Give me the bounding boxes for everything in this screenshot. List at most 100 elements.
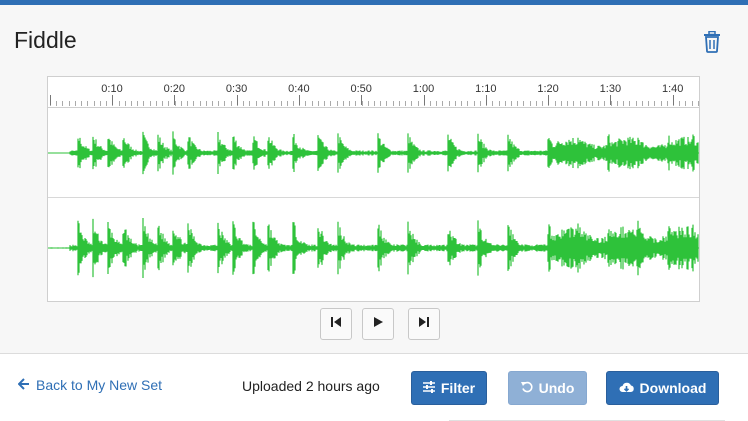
minor-tick — [697, 101, 699, 106]
minor-tick — [554, 101, 556, 106]
minor-tick — [442, 101, 444, 106]
minor-tick — [349, 101, 351, 106]
minor-tick — [311, 101, 313, 106]
minor-tick — [330, 101, 332, 106]
minor-tick — [286, 101, 288, 106]
major-tick — [610, 95, 612, 105]
minor-tick — [573, 101, 575, 106]
minor-tick — [529, 101, 531, 106]
minor-tick — [162, 101, 164, 106]
minor-tick — [430, 101, 432, 106]
minor-tick — [461, 101, 463, 106]
skip-back-button[interactable] — [320, 308, 352, 340]
minor-tick — [417, 101, 419, 106]
minor-tick — [317, 101, 319, 106]
minor-tick — [454, 101, 456, 106]
minor-tick — [392, 101, 394, 106]
minor-tick — [411, 101, 413, 106]
minor-tick — [567, 101, 569, 106]
filter-label: Filter — [440, 380, 476, 396]
major-tick — [485, 95, 487, 105]
minor-tick — [666, 101, 668, 106]
minor-tick — [523, 101, 525, 106]
play-button[interactable] — [362, 308, 394, 340]
minor-tick — [560, 101, 562, 106]
minor-tick — [436, 101, 438, 106]
minor-tick — [336, 101, 338, 106]
download-button[interactable]: Download — [606, 371, 719, 405]
track-title: Fiddle — [14, 27, 77, 53]
skip-forward-icon — [418, 315, 430, 333]
filter-button[interactable]: Filter — [411, 371, 487, 405]
tick-label: 1:00 — [412, 83, 435, 95]
trash-icon[interactable] — [702, 30, 724, 55]
minor-tick — [218, 101, 220, 106]
minor-tick — [398, 101, 400, 106]
skip-back-icon — [330, 315, 342, 333]
arrow-left-icon — [17, 377, 30, 393]
waveform-channel-left[interactable] — [48, 108, 699, 198]
minor-tick — [448, 101, 450, 106]
minor-tick — [68, 101, 70, 106]
upload-status: Uploaded 2 hours ago — [242, 378, 380, 394]
undo-label: Undo — [538, 380, 575, 396]
undo-icon — [520, 380, 533, 396]
minor-tick — [623, 101, 625, 106]
major-tick — [672, 95, 674, 105]
minor-tick — [355, 101, 357, 106]
minor-tick — [492, 101, 494, 106]
minor-tick — [479, 101, 481, 106]
minor-tick — [292, 101, 294, 106]
minor-tick — [81, 101, 83, 106]
tick-label: 0:50 — [350, 83, 372, 95]
minor-tick — [467, 101, 469, 106]
tick-label: 1:30 — [599, 83, 622, 95]
tick-label: 0:10 — [101, 83, 123, 95]
minor-tick — [585, 101, 587, 106]
minor-tick — [517, 101, 519, 106]
skip-forward-button[interactable] — [408, 308, 440, 340]
minor-tick — [635, 101, 637, 106]
minor-tick — [249, 101, 251, 106]
minor-tick — [74, 101, 76, 106]
tick-label: 0:40 — [288, 83, 310, 95]
minor-tick — [685, 101, 687, 106]
minor-tick — [592, 101, 593, 106]
minor-tick — [205, 101, 207, 106]
waveform-viewer[interactable]: 0:10 0:20 0:30 0:40 0:50 1:00 1:10 1:20 1:30 1:40 — [47, 76, 700, 302]
major-tick — [236, 95, 238, 105]
minor-tick — [261, 101, 263, 106]
tick-label: 0:30 — [225, 83, 248, 95]
audio-panel: Fiddle 0:10 0:20 0:30 0:40 0:50 1:00 1:10 1:20 1… — [0, 5, 748, 354]
minor-tick — [62, 101, 64, 106]
minor-tick — [679, 101, 681, 106]
minor-tick — [473, 101, 475, 106]
back-link-label: Back to My New Set — [36, 377, 163, 393]
major-tick — [112, 95, 113, 105]
minor-tick — [367, 101, 369, 106]
minor-tick — [149, 101, 151, 106]
minor-tick — [130, 101, 132, 106]
minor-tick — [187, 101, 189, 106]
minor-tick — [641, 101, 643, 106]
undo-button[interactable]: Undo — [508, 371, 587, 405]
minor-tick — [648, 101, 650, 106]
minor-tick — [616, 101, 618, 106]
tick-label: 0:20 — [163, 83, 186, 95]
minor-tick — [118, 101, 120, 106]
minor-tick — [535, 101, 537, 106]
minor-tick — [373, 101, 375, 106]
minor-tick — [660, 101, 662, 106]
waveform-channel-right[interactable] — [48, 198, 699, 298]
minor-tick — [224, 101, 226, 106]
back-to-set-link[interactable]: Back to My New Set — [17, 377, 163, 393]
major-tick — [298, 95, 300, 105]
timeline-ruler[interactable]: 0:10 0:20 0:30 0:40 0:50 1:00 1:10 1:20 1:30 1:40 — [48, 77, 699, 108]
minor-tick — [143, 101, 145, 106]
play-icon — [372, 315, 384, 333]
minor-tick — [124, 101, 126, 106]
minor-tick — [629, 101, 631, 106]
minor-tick — [168, 101, 170, 106]
minor-tick — [504, 101, 506, 106]
tick-label: 1:10 — [475, 83, 497, 95]
